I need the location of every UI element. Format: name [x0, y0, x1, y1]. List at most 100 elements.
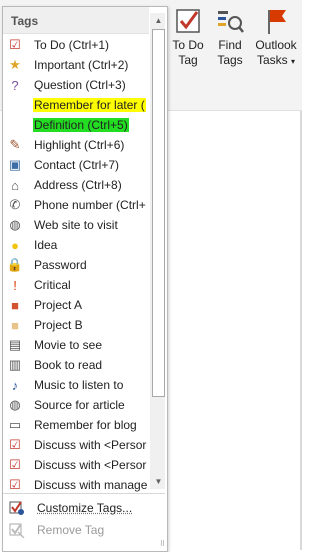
tag-item[interactable]: ◍ Web site to visit	[3, 215, 149, 235]
film-icon: ▤	[8, 337, 22, 352]
contact-card-icon: ▣	[8, 157, 22, 172]
gallery-title: Tags	[11, 14, 39, 28]
find-tags-label-line2: Tags	[217, 53, 243, 67]
tag-item-label: Web site to visit	[34, 218, 118, 232]
music-note-icon: ♪	[11, 377, 19, 393]
checkbox-checked-icon: ☑	[9, 37, 21, 52]
customize-tags-icon	[9, 501, 24, 515]
find-tags-button[interactable]: Find Tags	[212, 6, 248, 80]
globe-icon: ◍	[9, 397, 21, 412]
speech-bubble-icon: ▭	[8, 417, 22, 432]
resize-grip-icon[interactable]: ⠿	[160, 540, 165, 548]
tag-item[interactable]: ■ Project A	[3, 295, 149, 315]
scroll-up-icon[interactable]: ▲	[151, 13, 166, 28]
tag-item-label: Discuss with <Persor	[34, 458, 147, 472]
tag-item[interactable]: ☑ Discuss with <Persor	[3, 435, 149, 455]
tag-item[interactable]: ✎ Highlight (Ctrl+6)	[3, 135, 149, 155]
lightbulb-icon: ●	[11, 237, 19, 253]
tag-item-label: Remember for later (	[33, 98, 146, 112]
blank-icon	[7, 117, 23, 133]
square-red-icon: ■	[11, 297, 19, 313]
tag-item-label: Important (Ctrl+2)	[34, 58, 129, 72]
tag-item[interactable]: ✆ Phone number (Ctrl+	[3, 195, 149, 215]
tag-item-label: Critical	[34, 278, 71, 292]
person-checkbox-icon: ☑	[9, 477, 21, 492]
outlook-tasks-button[interactable]: Outlook Tasks ▾	[252, 6, 300, 80]
tag-item-label: Password	[34, 258, 87, 272]
tag-item[interactable]: Remember for later (	[3, 95, 149, 115]
exclamation-icon: !	[13, 277, 17, 293]
tag-item-label: Idea	[34, 238, 58, 252]
tags-gallery: Tags ☑ To Do (Ctrl+1) ★ Important (Ctrl+2)?…	[2, 6, 168, 552]
tag-item-label: Address (Ctrl+8)	[34, 178, 122, 192]
page-scroll-edge	[300, 111, 302, 550]
todo-tag-icon	[176, 9, 200, 33]
tag-item[interactable]: ! Critical	[3, 275, 149, 295]
tag-item-label: Project A	[34, 298, 83, 312]
remove-tag-menu-item[interactable]: Remove Tag	[3, 519, 165, 541]
tag-item-label: Phone number (Ctrl+	[34, 198, 146, 212]
tag-item[interactable]: ● Idea	[3, 235, 149, 255]
outlook-tasks-label-text: Tasks	[256, 53, 288, 67]
tag-item[interactable]: ★ Important (Ctrl+2)	[3, 55, 149, 75]
tag-item-label: Discuss with <Persor	[34, 438, 147, 452]
tag-item[interactable]: Definition (Ctrl+5)	[3, 115, 149, 135]
gallery-scrollbar[interactable]: ▲ ▼	[150, 13, 165, 489]
tag-item-label: Project B	[34, 318, 83, 332]
pen-icon: ✎	[9, 137, 21, 152]
remove-tag-icon	[9, 523, 25, 538]
to-do-tag-label-line2: Tag	[178, 53, 198, 67]
tag-item[interactable]: ? Question (Ctrl+3)	[3, 75, 149, 95]
scroll-thumb[interactable]	[152, 29, 165, 397]
star-icon: ★	[9, 57, 21, 72]
find-tags-icon	[218, 11, 244, 33]
tag-item-label: Book to read	[34, 358, 103, 372]
scroll-down-icon[interactable]: ▼	[151, 474, 166, 489]
outlook-tasks-label-line1: Outlook	[255, 38, 297, 52]
question-icon: ?	[11, 77, 19, 93]
outlook-tasks-label-line2: Tasks ▾	[252, 53, 300, 69]
tag-item-label: Definition (Ctrl+5)	[33, 118, 129, 132]
tag-item[interactable]: ☑ To Do (Ctrl+1)	[3, 35, 149, 55]
gallery-header: Tags	[3, 7, 149, 34]
tag-item[interactable]: ◍ Source for article	[3, 395, 149, 415]
customize-tags-label: Customize Tags...	[37, 501, 133, 515]
tag-item[interactable]: 🔒 Password	[3, 255, 149, 275]
tag-item-label: Highlight (Ctrl+6)	[34, 138, 125, 152]
gallery-separator	[3, 493, 165, 494]
tag-item[interactable]: ▤ Movie to see	[3, 335, 149, 355]
tag-item[interactable]: ⌂ Address (Ctrl+8)	[3, 175, 149, 195]
tag-item-label: Question (Ctrl+3)	[34, 78, 126, 92]
house-icon: ⌂	[11, 177, 19, 193]
remove-tag-label: Remove Tag	[37, 523, 105, 537]
tag-item[interactable]: ☑ Discuss with manage	[3, 475, 149, 495]
square-tan-icon: ■	[11, 317, 19, 333]
tag-item[interactable]: ▣ Contact (Ctrl+7)	[3, 155, 149, 175]
person-checkbox-icon: ☑	[9, 457, 21, 472]
blank-icon	[7, 97, 23, 113]
chevron-down-icon: ▾	[291, 57, 296, 66]
tag-item[interactable]: ☑ Discuss with <Persor	[3, 455, 149, 475]
tag-item[interactable]: ▭ Remember for blog	[3, 415, 149, 435]
book-icon: ▥	[8, 357, 22, 372]
tag-item-label: Movie to see	[34, 338, 103, 352]
person-checkbox-icon: ☑	[9, 437, 21, 452]
tag-item[interactable]: ■ Project B	[3, 315, 149, 335]
tag-item-label: Remember for blog	[34, 418, 137, 432]
lock-icon: 🔒	[6, 257, 24, 272]
to-do-tag-label-line1: To Do	[172, 38, 204, 52]
customize-tags-menu-item[interactable]: Customize Tags...	[3, 497, 165, 519]
tag-item-label: Source for article	[34, 398, 125, 412]
find-tags-label-line1: Find	[218, 38, 242, 52]
tag-item-label: Discuss with manage	[34, 478, 148, 492]
tag-item[interactable]: ♪ Music to listen to	[3, 375, 149, 395]
tag-item-label: Contact (Ctrl+7)	[34, 158, 120, 172]
phone-icon: ✆	[9, 197, 21, 212]
tag-item-label: Music to listen to	[34, 378, 124, 392]
globe-icon: ◍	[9, 217, 21, 232]
tag-list: ☑ To Do (Ctrl+1) ★ Important (Ctrl+2)? Quest…	[3, 35, 149, 495]
to-do-tag-button[interactable]: To Do Tag	[168, 6, 208, 80]
flag-icon	[268, 10, 286, 34]
tag-item-label: To Do (Ctrl+1)	[34, 38, 110, 52]
tag-item[interactable]: ▥ Book to read	[3, 355, 149, 375]
